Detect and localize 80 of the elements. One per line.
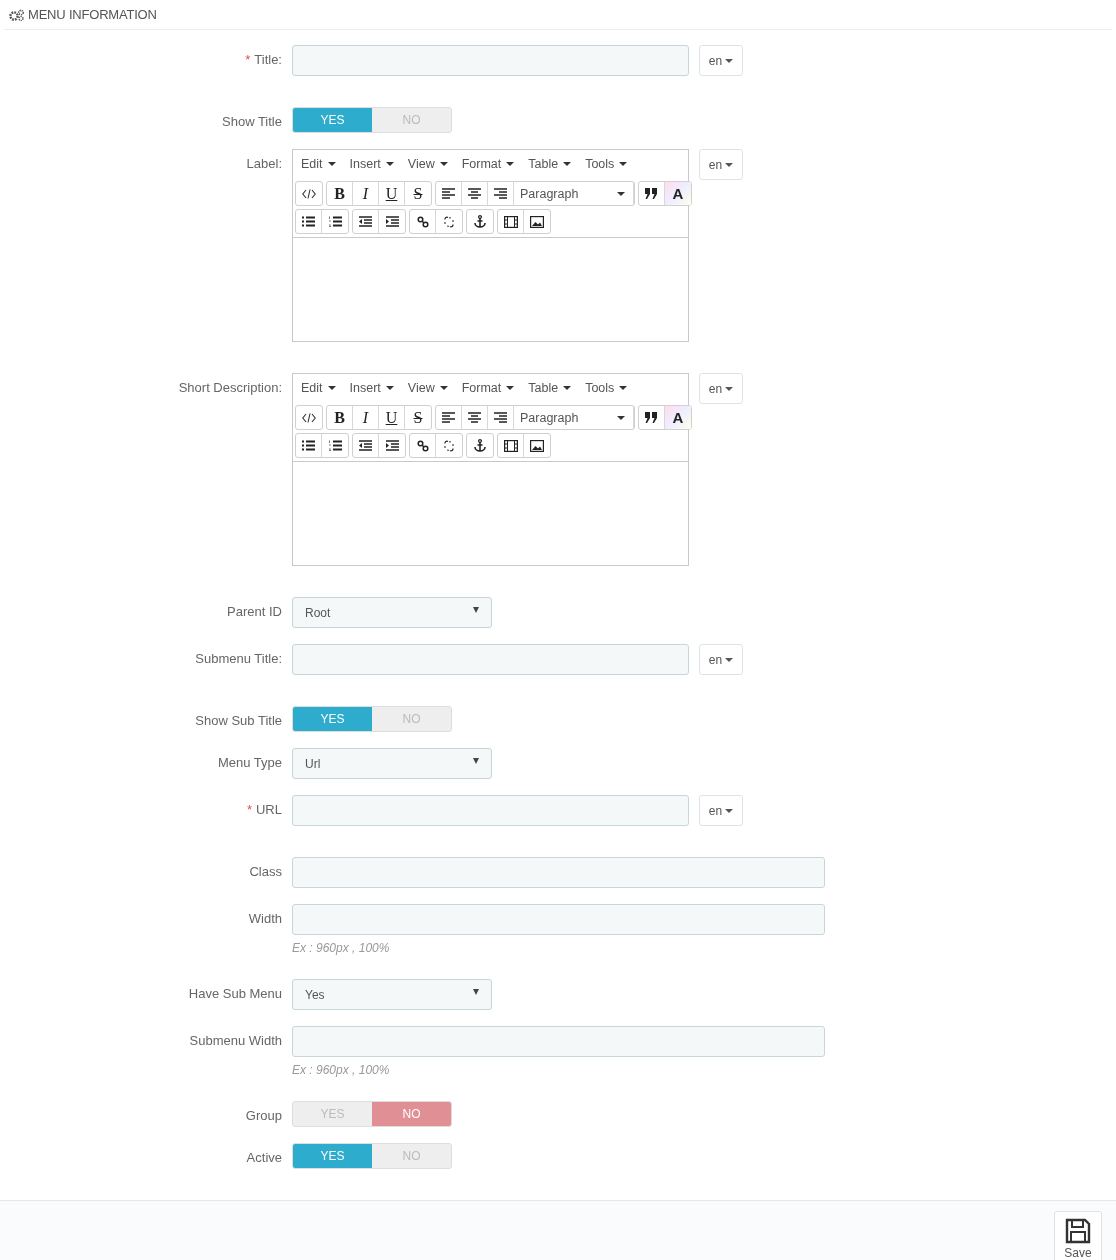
field-label: Menu Type bbox=[217, 755, 282, 771]
select-field[interactable]: Root bbox=[292, 597, 492, 628]
text-field[interactable] bbox=[292, 45, 689, 76]
save-button[interactable]: Save bbox=[1054, 1211, 1102, 1260]
menu-item[interactable]: Format bbox=[461, 157, 515, 171]
menu-item[interactable]: View bbox=[407, 157, 448, 171]
menu-item[interactable]: Format bbox=[461, 381, 515, 395]
caret-icon bbox=[617, 191, 625, 196]
caret-icon bbox=[439, 386, 448, 390]
caret-icon bbox=[563, 386, 572, 390]
field-label: Group bbox=[245, 1108, 282, 1124]
field-label: Short Description: bbox=[178, 380, 282, 396]
format-button[interactable]: U bbox=[379, 406, 405, 429]
format-button[interactable]: S bbox=[405, 406, 431, 429]
menu-item[interactable]: Edit bbox=[301, 157, 336, 171]
field-label: Width bbox=[248, 911, 282, 927]
text-color-button[interactable]: A bbox=[665, 406, 691, 429]
field-label: Label: bbox=[246, 156, 282, 172]
text-field[interactable] bbox=[292, 904, 825, 935]
language-dropdown[interactable]: en bbox=[699, 644, 743, 675]
text-field[interactable] bbox=[292, 1026, 825, 1057]
menu-item[interactable]: View bbox=[407, 381, 448, 395]
text-field[interactable] bbox=[292, 857, 825, 888]
format-button[interactable]: U bbox=[379, 182, 405, 205]
caret-icon bbox=[473, 988, 479, 995]
field-label: URL bbox=[256, 802, 282, 818]
caret-icon bbox=[506, 386, 515, 390]
caret-icon bbox=[506, 162, 515, 166]
caret-icon bbox=[619, 162, 628, 166]
menu-item[interactable]: Edit bbox=[301, 381, 336, 395]
text-field[interactable] bbox=[292, 795, 689, 826]
field-label: Show Title bbox=[222, 114, 282, 130]
section-title: MENU INFORMATION bbox=[28, 7, 157, 22]
save-icon bbox=[1065, 1218, 1091, 1244]
help-text: Ex : 960px , 100% bbox=[292, 941, 391, 955]
format-button[interactable]: I bbox=[353, 182, 379, 205]
menu-item[interactable]: Tools bbox=[585, 381, 628, 395]
menu-item[interactable]: Table bbox=[528, 381, 572, 395]
format-button[interactable]: B bbox=[327, 406, 353, 429]
field-label: Have Sub Menu bbox=[188, 986, 282, 1002]
caret-icon bbox=[725, 386, 734, 391]
caret-icon bbox=[725, 808, 734, 813]
caret-icon bbox=[619, 386, 628, 390]
field-label: Submenu Title: bbox=[195, 651, 282, 667]
menu-item[interactable]: Insert bbox=[349, 157, 394, 171]
field-label: Parent ID bbox=[227, 604, 282, 620]
caret-icon bbox=[725, 162, 734, 167]
caret-icon bbox=[439, 162, 448, 166]
field-label: Class bbox=[249, 864, 282, 880]
format-button[interactable]: B bbox=[327, 182, 353, 205]
format-button[interactable]: S bbox=[405, 182, 431, 205]
select-field[interactable]: Yes bbox=[292, 979, 492, 1010]
select-field[interactable]: Url bbox=[292, 748, 492, 779]
text-field[interactable] bbox=[292, 644, 689, 675]
caret-icon bbox=[385, 386, 394, 390]
menu-item[interactable]: Insert bbox=[349, 381, 394, 395]
language-dropdown[interactable]: en bbox=[699, 45, 743, 76]
caret-icon bbox=[617, 415, 625, 420]
caret-icon bbox=[563, 162, 572, 166]
required-mark: * bbox=[245, 52, 251, 68]
caret-icon bbox=[473, 606, 479, 613]
format-button[interactable]: I bbox=[353, 406, 379, 429]
field-label: Submenu Width bbox=[189, 1033, 282, 1049]
field-label: Active bbox=[246, 1150, 282, 1166]
caret-icon bbox=[725, 657, 734, 662]
language-dropdown[interactable]: en bbox=[699, 149, 743, 180]
help-text: Ex : 960px , 100% bbox=[292, 1063, 391, 1077]
required-mark: * bbox=[246, 802, 252, 818]
caret-icon bbox=[327, 162, 336, 166]
caret-icon bbox=[473, 757, 479, 764]
field-label: Title: bbox=[254, 52, 282, 68]
caret-icon bbox=[327, 386, 336, 390]
text-color-button[interactable]: A bbox=[665, 182, 691, 205]
caret-icon bbox=[725, 58, 734, 63]
menu-item[interactable]: Tools bbox=[585, 157, 628, 171]
language-dropdown[interactable]: en bbox=[699, 373, 743, 404]
language-dropdown[interactable]: en bbox=[699, 795, 743, 826]
menu-item[interactable]: Table bbox=[528, 157, 572, 171]
caret-icon bbox=[385, 162, 394, 166]
field-label: Show Sub Title bbox=[195, 713, 282, 729]
